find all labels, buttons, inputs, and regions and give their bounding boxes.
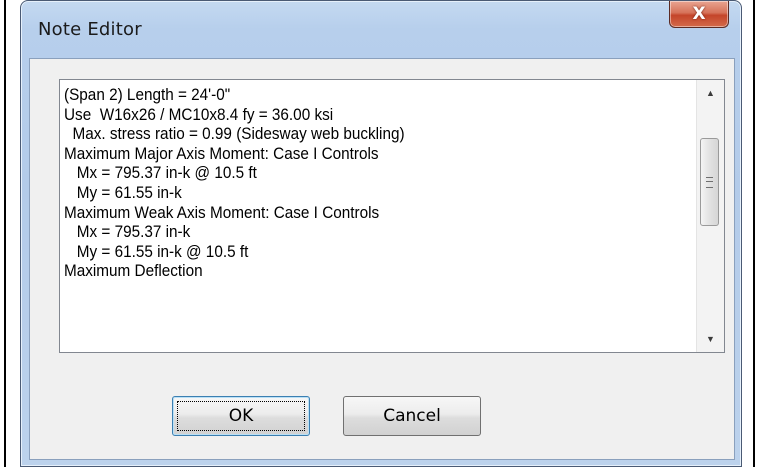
right-frame-line (753, 0, 755, 467)
scroll-down-arrow-icon: ▼ (706, 334, 715, 344)
close-icon: X (692, 4, 706, 24)
note-line: Max. stress ratio = 0.99 (Sidesway web b… (64, 124, 405, 144)
note-text-content[interactable]: (Span 2) Length = 24'-0" Use W16x26 / MC… (64, 85, 694, 281)
window-title: Note Editor (38, 19, 142, 40)
ok-button[interactable]: OK (172, 396, 310, 436)
scroll-grip-icon (706, 177, 713, 188)
note-text-area[interactable]: (Span 2) Length = 24'-0" Use W16x26 / MC… (59, 79, 725, 353)
note-line: Use W16x26 / MC10x8.4 fy = 36.00 ksi (64, 104, 334, 124)
note-line: (Span 2) Length = 24'-0" (64, 85, 231, 104)
note-editor-window: Note Editor X (Span 2) Length = 24'-0" U… (20, 0, 742, 467)
note-line: Maximum Major Axis Moment: Case I Contro… (64, 143, 379, 163)
scroll-up-button[interactable]: ▲ (697, 82, 724, 104)
note-line: Mx = 795.37 in-k (64, 222, 191, 242)
cancel-button-label: Cancel (383, 406, 441, 426)
left-frame-line (4, 0, 6, 467)
scroll-down-button[interactable]: ▼ (697, 328, 724, 350)
focus-rectangle (177, 401, 305, 431)
note-line: Mx = 795.37 in-k @ 10.5 ft (64, 163, 257, 183)
note-line: My = 61.55 in-k (64, 182, 182, 202)
note-line: Maximum Weak Axis Moment: Case I Control… (64, 202, 380, 222)
dialog-client-area: (Span 2) Length = 24'-0" Use W16x26 / MC… (29, 58, 735, 460)
scroll-up-arrow-icon: ▲ (706, 88, 715, 98)
scroll-thumb[interactable] (700, 138, 719, 226)
note-line: My = 61.55 in-k @ 10.5 ft (64, 241, 249, 261)
cancel-button[interactable]: Cancel (343, 396, 481, 436)
note-line: Maximum Deflection (64, 261, 203, 281)
vertical-scrollbar[interactable]: ▲ ▼ (696, 80, 724, 352)
title-bar[interactable]: Note Editor X (21, 1, 741, 61)
close-button[interactable]: X (669, 1, 729, 28)
